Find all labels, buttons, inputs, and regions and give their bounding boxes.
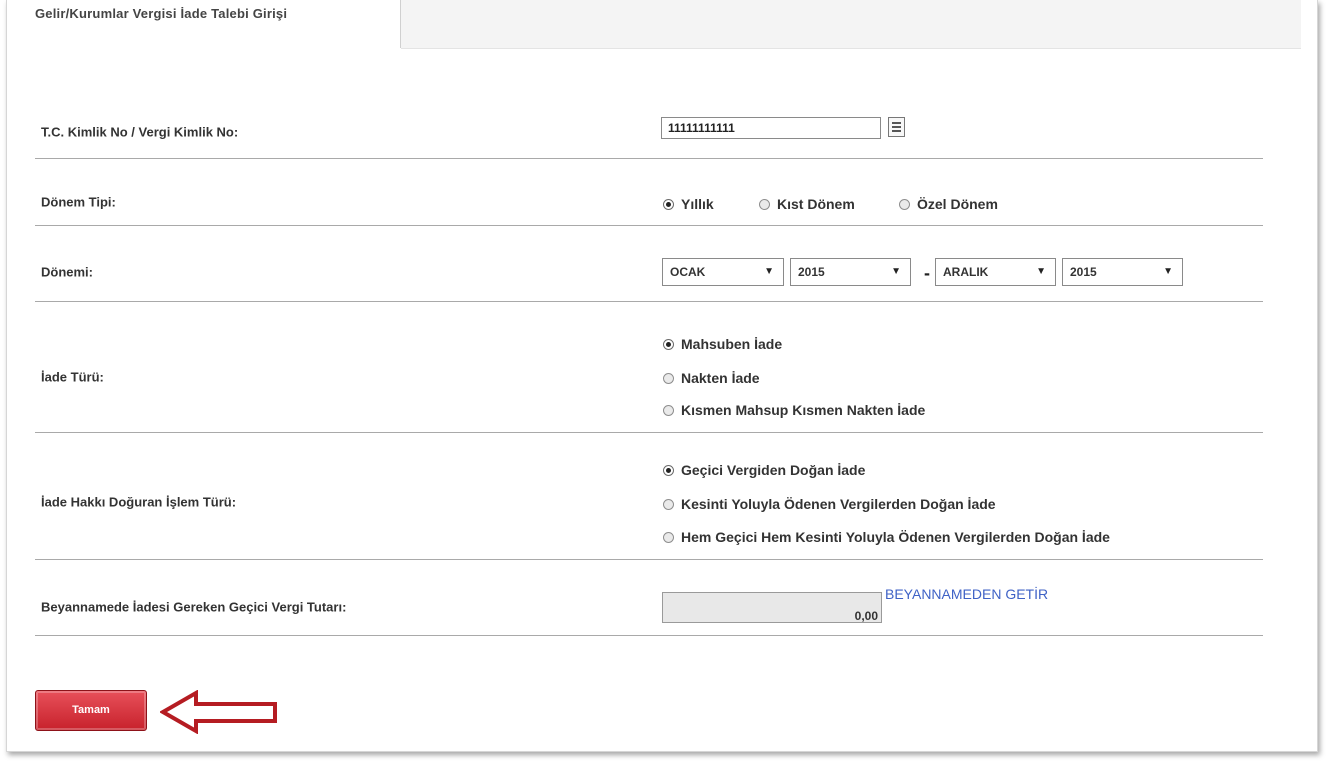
form-panel: Gelir/Kurumlar Vergisi İade Talebi Giriş… — [6, 0, 1318, 752]
tamam-button[interactable]: Tamam — [35, 690, 147, 731]
radio-kismen-mahsup[interactable]: Kısmen Mahsup Kısmen Nakten İade — [663, 402, 925, 418]
radio-gecici-vergiden[interactable]: Geçici Vergiden Doğan İade — [663, 462, 865, 478]
radio-unselected-icon — [759, 198, 770, 210]
radio-unselected-icon — [663, 531, 674, 543]
radio-label: Nakten İade — [681, 370, 760, 386]
radio-unselected-icon — [663, 372, 674, 384]
tc-kimlik-input[interactable] — [661, 117, 881, 139]
radio-label: Mahsuben İade — [681, 336, 783, 352]
radio-selected-icon — [663, 338, 674, 350]
select-value: 2015 — [798, 265, 825, 279]
chevron-down-icon: ▼ — [764, 266, 774, 277]
end-year-select[interactable]: 2015 ▼ — [1062, 258, 1183, 286]
select-value: 2015 — [1070, 265, 1097, 279]
donemi-label: Dönemi: — [41, 264, 93, 280]
start-month-select[interactable]: OCAK ▼ — [662, 258, 784, 286]
tc-kimlik-label: T.C. Kimlik No / Vergi Kimlik No: — [41, 124, 239, 140]
select-value: OCAK — [670, 265, 706, 279]
radio-ozel-donem[interactable]: Özel Dönem — [899, 196, 998, 212]
radio-unselected-icon — [663, 498, 674, 510]
tutar-label: Beyannamede İadesi Gereken Geçici Vergi … — [41, 599, 347, 615]
row-divider — [35, 301, 1263, 302]
select-value: ARALIK — [943, 265, 989, 279]
radio-selected-icon — [663, 464, 674, 476]
donem-tipi-label: Dönem Tipi: — [41, 194, 116, 210]
chevron-down-icon: ▼ — [1036, 266, 1046, 277]
period-separator: - — [924, 263, 930, 283]
radio-unselected-icon — [663, 404, 674, 416]
radio-selected-icon — [663, 198, 674, 210]
start-year-select[interactable]: 2015 ▼ — [790, 258, 911, 286]
row-divider — [35, 225, 1263, 226]
row-divider — [35, 432, 1263, 433]
radio-hem-gecici-hem-kesinti[interactable]: Hem Geçici Hem Kesinti Yoluyla Ödenen Ve… — [663, 529, 1110, 545]
radio-label: Kıst Dönem — [777, 196, 855, 212]
row-divider — [35, 158, 1263, 159]
chevron-down-icon: ▼ — [1163, 266, 1173, 277]
end-month-select[interactable]: ARALIK ▼ — [935, 258, 1056, 286]
tab-title: Gelir/Kurumlar Vergisi İade Talebi Giriş… — [35, 6, 288, 21]
radio-label: Özel Dönem — [917, 196, 998, 212]
chevron-down-icon: ▼ — [891, 266, 901, 277]
tutar-value: 0,00 — [854, 609, 878, 623]
radio-label: Yıllık — [681, 196, 714, 212]
tab-gelir-iade-talebi[interactable]: Gelir/Kurumlar Vergisi İade Talebi Giriş… — [35, 0, 395, 36]
row-divider — [35, 635, 1263, 636]
radio-mahsuben-iade[interactable]: Mahsuben İade — [663, 336, 782, 352]
tutar-readonly-field: 0,00 — [662, 592, 882, 623]
list-icon[interactable] — [888, 117, 905, 137]
radio-label: Kesinti Yoluyla Ödenen Vergilerden Doğan… — [681, 496, 996, 512]
left-arrow-icon — [160, 690, 277, 734]
radio-label: Hem Geçici Hem Kesinti Yoluyla Ödenen Ve… — [681, 529, 1110, 545]
radio-kist-donem[interactable]: Kıst Dönem — [759, 196, 855, 212]
iade-turu-label: İade Türü: — [41, 369, 104, 385]
radio-nakten-iade[interactable]: Nakten İade — [663, 370, 760, 386]
radio-yillik[interactable]: Yıllık — [663, 196, 714, 212]
button-label: Tamam — [72, 704, 110, 716]
islem-turu-label: İade Hakkı Doğuran İşlem Türü: — [41, 494, 237, 510]
radio-label: Geçici Vergiden Doğan İade — [681, 462, 866, 478]
radio-unselected-icon — [899, 198, 910, 210]
tab-strip — [401, 0, 1301, 49]
row-divider — [35, 559, 1263, 560]
radio-kesinti-yoluyla[interactable]: Kesinti Yoluyla Ödenen Vergilerden Doğan… — [663, 496, 996, 512]
beyannameden-getir-link[interactable]: BEYANNAMEDEN GETİR — [885, 586, 1048, 602]
radio-label: Kısmen Mahsup Kısmen Nakten İade — [681, 402, 926, 418]
